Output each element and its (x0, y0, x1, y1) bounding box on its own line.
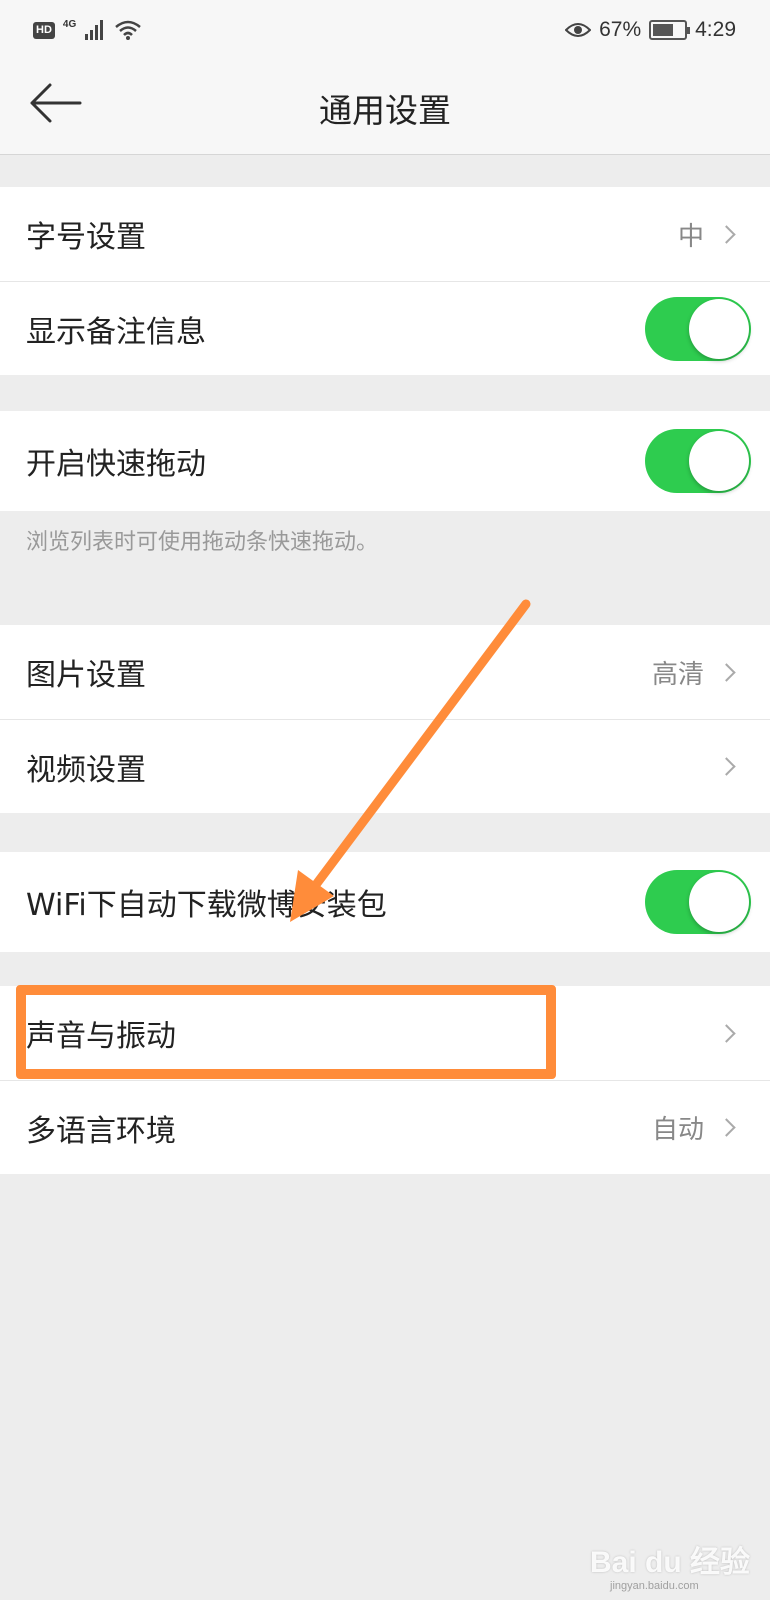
watermark-url: jingyan.baidu.com (610, 1580, 699, 1592)
scroll-group: 开启快速拖动 (0, 411, 770, 511)
nav-header: 通用设置 (0, 60, 770, 155)
download-group: WiFi下自动下载微博安装包 (0, 852, 770, 952)
show-remark-label: 显示备注信息 (26, 314, 206, 350)
eye-icon (565, 23, 592, 37)
image-settings-label: 图片设置 (26, 658, 146, 693)
chevron-right-icon (717, 224, 736, 244)
fast-drag-row: 开启快速拖动 (0, 411, 770, 511)
toggle-knob (689, 298, 749, 359)
language-row[interactable]: 多语言环境 自动 (0, 1080, 770, 1174)
fast-drag-toggle[interactable] (645, 429, 751, 493)
media-group: 图片设置 高清 视频设置 (0, 625, 770, 813)
font-size-row[interactable]: 字号设置 中 (0, 187, 770, 281)
chevron-right-icon (717, 757, 736, 776)
sound-vibration-row[interactable]: 声音与振动 (0, 986, 770, 1080)
misc-group: 声音与振动 多语言环境 自动 (0, 986, 770, 1174)
hd-badge: HD (33, 21, 55, 39)
chevron-right-icon (717, 662, 736, 682)
image-settings-value: 高清 (651, 659, 704, 690)
network-type: 4G (62, 18, 77, 30)
battery-icon (649, 20, 691, 40)
back-arrow-icon (30, 83, 82, 123)
toggle-knob (689, 872, 749, 932)
image-settings-row[interactable]: 图片设置 高清 (0, 625, 770, 719)
wifi-auto-download-row: WiFi下自动下载微博安装包 (0, 852, 770, 952)
language-value: 自动 (651, 1115, 704, 1145)
sound-vibration-label: 声音与振动 (26, 1019, 176, 1054)
signal-icon (85, 20, 104, 40)
video-settings-row[interactable]: 视频设置 (0, 719, 770, 813)
language-label: 多语言环境 (26, 1113, 176, 1149)
status-bar: HD 4G 67% 4:29 (0, 0, 770, 60)
font-size-value: 中 (677, 221, 704, 252)
toggle-knob (689, 431, 749, 491)
clock: 4:29 (695, 18, 736, 41)
wifi-auto-download-label: WiFi下自动下载微博安装包 (26, 888, 387, 923)
wifi-auto-download-toggle[interactable] (645, 870, 751, 934)
fast-drag-hint: 浏览列表时可使用拖动条快速拖动。 (26, 530, 379, 555)
display-group: 字号设置 中 显示备注信息 (0, 187, 770, 375)
battery-percent: 67% (599, 18, 642, 41)
video-settings-label: 视频设置 (26, 752, 146, 788)
wifi-icon (115, 20, 142, 40)
show-remark-toggle[interactable] (645, 296, 751, 361)
font-size-label: 字号设置 (26, 220, 146, 255)
baidu-watermark: Bai du 经验 (590, 1546, 751, 1579)
fast-drag-label: 开启快速拖动 (26, 447, 206, 482)
chevron-right-icon (717, 1118, 736, 1137)
chevron-right-icon (717, 1023, 736, 1043)
battery-fill (653, 24, 674, 36)
show-remark-row: 显示备注信息 (0, 281, 770, 375)
back-button[interactable] (28, 80, 88, 130)
page-title: 通用设置 (319, 91, 451, 130)
